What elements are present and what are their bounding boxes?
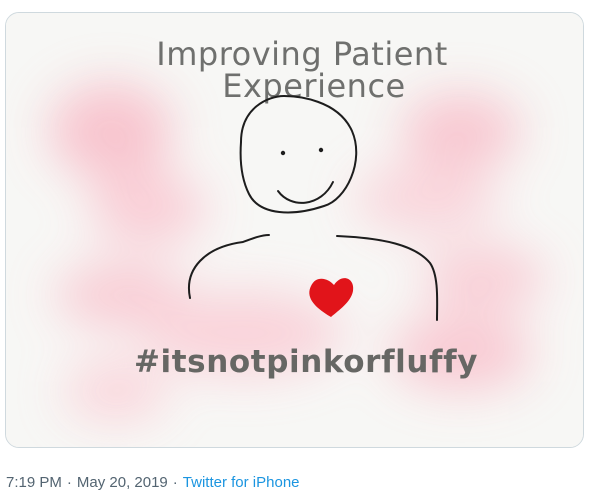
tweet-source-link[interactable]: Twitter for iPhone xyxy=(183,474,300,491)
tweet-meta-row: 7:19 PM · May 20, 2019 · Twitter for iPh… xyxy=(6,472,300,492)
tweet-media-card[interactable]: Improving Patient Experience #itsnotpink… xyxy=(5,12,584,448)
left-eye xyxy=(280,150,286,156)
image-title-line-2: Experience xyxy=(222,67,405,105)
tweet-date[interactable]: May 20, 2019 xyxy=(77,474,168,491)
meta-separator-1: · xyxy=(66,473,72,491)
meta-separator-2: · xyxy=(172,473,178,491)
right-eye xyxy=(318,147,324,153)
tweet-image[interactable]: Improving Patient Experience #itsnotpink… xyxy=(6,13,583,447)
tweet-time: 7:19 PM xyxy=(6,473,62,491)
image-hashtag: #itsnotpinkorfluffy xyxy=(134,344,478,380)
